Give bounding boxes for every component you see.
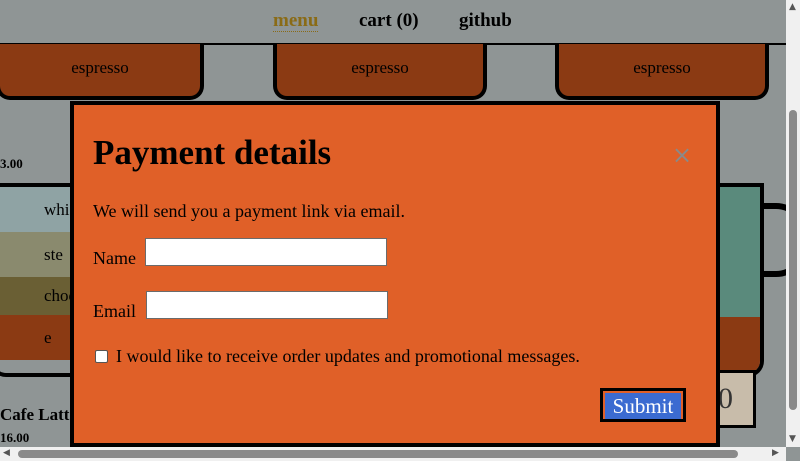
name-input[interactable] <box>145 238 387 266</box>
scroll-down-icon[interactable]: ▼ <box>789 434 796 444</box>
cup-layer-label: espresso <box>351 58 409 77</box>
menu-item-cup[interactable]: espresso <box>273 44 487 100</box>
close-icon[interactable]: × <box>672 141 692 169</box>
payment-modal: Payment details × We will send you a pay… <box>70 101 720 447</box>
top-nav: menu cart (0) github <box>0 0 786 45</box>
email-label: Email <box>93 301 136 321</box>
scroll-up-icon[interactable]: ▲ <box>789 2 796 12</box>
nav-github-link[interactable]: github <box>459 10 512 32</box>
email-input[interactable] <box>146 291 388 319</box>
scroll-right-icon[interactable]: ▶ <box>772 448 779 458</box>
scroll-left-icon[interactable]: ◀ <box>3 448 10 458</box>
submit-label: Submit <box>605 393 681 419</box>
promo-checkbox[interactable] <box>95 350 108 363</box>
menu-item-cup[interactable]: espresso <box>0 44 204 100</box>
menu-item-cup[interactable]: espresso <box>555 44 769 100</box>
submit-button[interactable]: Submit <box>600 388 686 422</box>
item-name: Cafe Latte <box>0 405 77 424</box>
horizontal-scrollbar-thumb[interactable] <box>18 450 738 458</box>
promo-checkbox-label: I would like to receive order updates an… <box>116 346 580 366</box>
item-price: 3.00 <box>0 156 23 171</box>
cup-layer-label: espresso <box>633 58 691 77</box>
nav-cart-link[interactable]: cart (0) <box>359 10 419 32</box>
item-price: 16.00 <box>0 430 30 445</box>
nav-menu-link[interactable]: menu <box>273 10 319 32</box>
name-label: Name <box>93 248 136 268</box>
modal-description: We will send you a payment link via emai… <box>93 201 405 221</box>
cup-layer-label: espresso <box>71 58 129 77</box>
vertical-scrollbar-thumb[interactable] <box>789 110 797 410</box>
modal-title: Payment details <box>93 133 332 172</box>
